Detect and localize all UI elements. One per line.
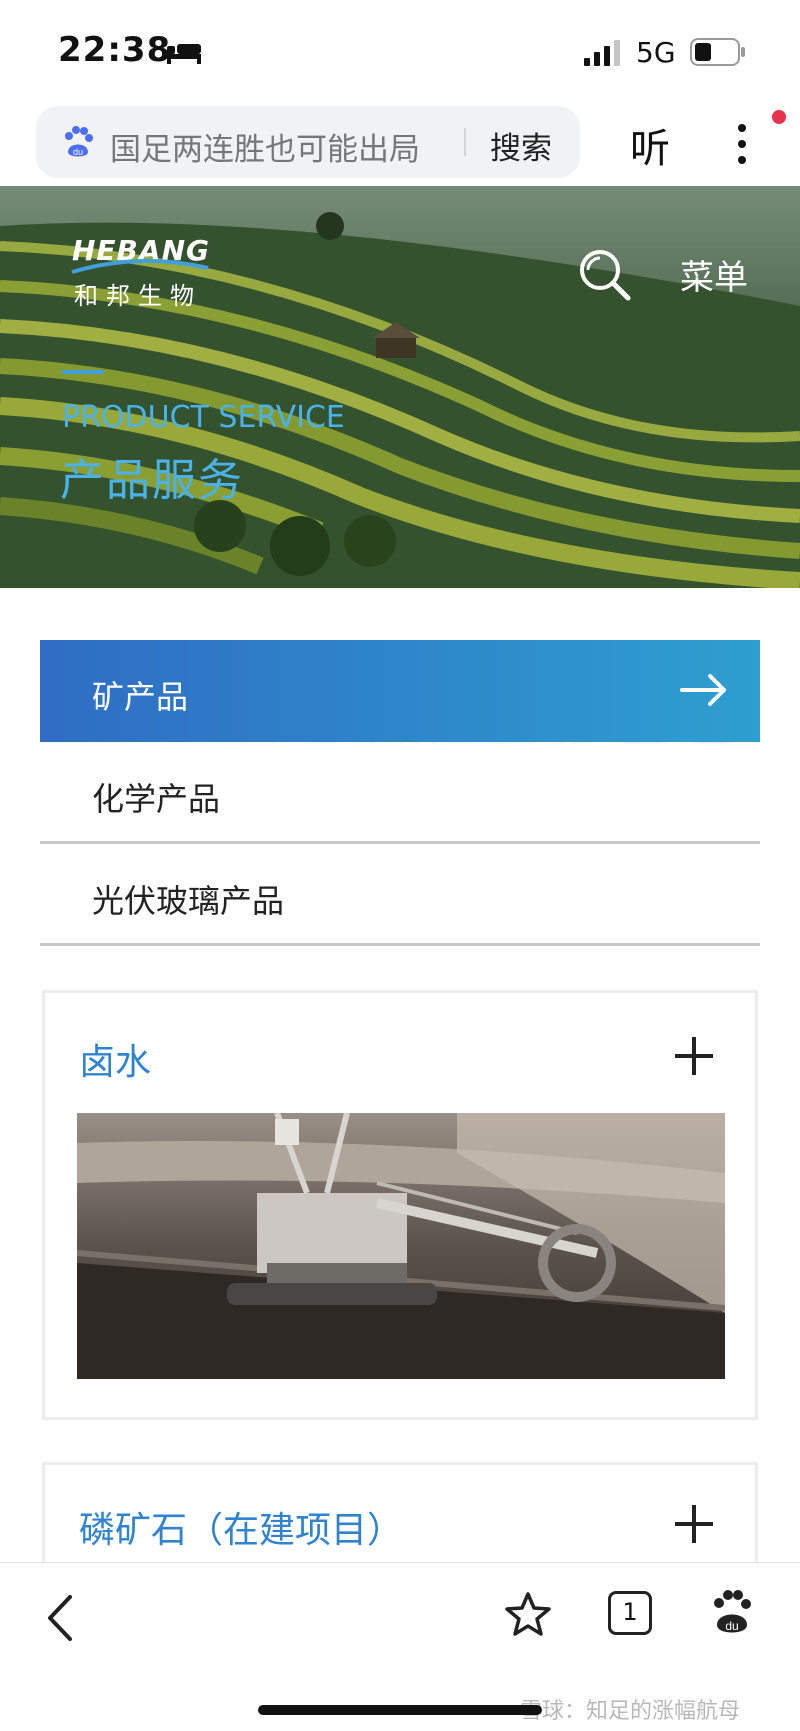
hero-title: 产品服务	[60, 455, 244, 506]
listen-button[interactable]: 听	[630, 116, 670, 174]
plus-icon[interactable]	[673, 1503, 715, 1545]
plus-icon[interactable]	[673, 1035, 715, 1077]
notification-dot	[772, 110, 786, 124]
status-time: 22:38	[58, 30, 172, 70]
more-options-icon[interactable]	[734, 120, 750, 168]
mining-excavator-image	[77, 1113, 725, 1379]
category-item-minerals[interactable]: 矿产品	[40, 640, 760, 742]
battery-icon	[690, 38, 745, 66]
product-card-phosphate[interactable]: 磷矿石（在建项目）	[42, 1462, 758, 1572]
network-type: 5G	[636, 36, 676, 69]
category-label: 光伏玻璃产品	[92, 882, 285, 920]
category-label: 矿产品	[92, 678, 189, 716]
search-query-text[interactable]: 国足两连胜也可能出局	[110, 124, 420, 169]
menu-button[interactable]: 菜单	[680, 250, 748, 299]
hero-banner: HEBANG 和邦生物 菜单 PRODUCT SERVICE 产品服务	[0, 186, 800, 588]
sleep-mode-icon	[167, 44, 201, 64]
search-divider	[464, 128, 466, 156]
home-indicator	[258, 1705, 542, 1715]
browser-toolbar: du 国足两连胜也可能出局 搜索 听	[0, 100, 800, 186]
tabs-button[interactable]: 1	[608, 1591, 652, 1635]
browser-bottom-nav: 1 du 雪球：知足的涨幅航母	[0, 1562, 800, 1731]
svg-text:du: du	[725, 1619, 738, 1633]
status-bar: 22:38 5G	[0, 0, 800, 100]
search-box[interactable]: du 国足两连胜也可能出局 搜索	[36, 106, 580, 178]
arrow-right-icon	[680, 674, 726, 706]
bookmark-star-icon[interactable]	[504, 1591, 552, 1639]
search-button[interactable]: 搜索	[490, 123, 552, 168]
baidu-home-icon[interactable]: du	[710, 1589, 754, 1637]
card-title: 卤水	[79, 1042, 152, 1083]
tabs-count: 1	[622, 1598, 638, 1626]
watermark-text: 雪球：知足的涨幅航母	[520, 1699, 741, 1724]
logo-swoosh-icon	[71, 258, 209, 274]
accent-line	[62, 370, 104, 374]
logo-chinese-name: 和邦生物	[74, 282, 202, 310]
back-arrow-icon[interactable]	[44, 1593, 76, 1643]
card-title: 磷矿石（在建项目）	[79, 1510, 404, 1551]
hero-subtitle: PRODUCT SERVICE	[62, 400, 345, 435]
category-item-chemicals[interactable]: 化学产品	[40, 742, 760, 844]
category-label: 化学产品	[92, 780, 221, 818]
category-item-pv-glass[interactable]: 光伏玻璃产品	[40, 844, 760, 946]
signal-icon	[584, 40, 620, 66]
svg-text:du: du	[73, 147, 83, 157]
search-icon[interactable]	[576, 246, 634, 304]
baidu-paw-icon: du	[65, 126, 93, 157]
product-card-brine[interactable]: 卤水	[42, 990, 758, 1420]
